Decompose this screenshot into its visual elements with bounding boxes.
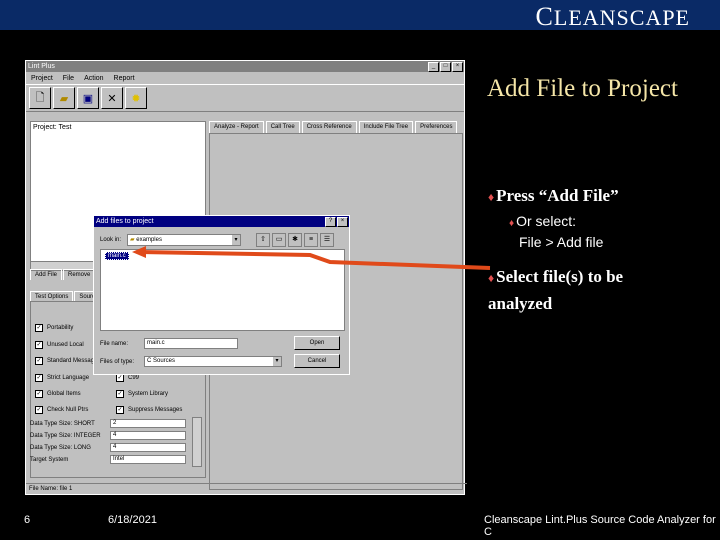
page-number: 6 <box>24 514 31 526</box>
bullet-select-files: ♦ Select file(s) to be analyzed <box>488 267 624 313</box>
bullet-diamond-icon: ♦ <box>488 271 495 285</box>
slide-title: Add File to Project <box>487 75 678 102</box>
bullet-diamond-icon: ♦ <box>488 190 495 204</box>
bullet-add-file: ♦ Press “Add File” <box>488 186 619 205</box>
footer-product: Cleanscape Lint.Plus Source Code Analyze… <box>484 514 716 538</box>
sub-bullet-select: ♦ Or select: File > Add file <box>509 213 604 250</box>
slide-date: 6/18/2021 <box>108 514 157 526</box>
bullet-diamond-icon: ♦ <box>509 218 515 229</box>
